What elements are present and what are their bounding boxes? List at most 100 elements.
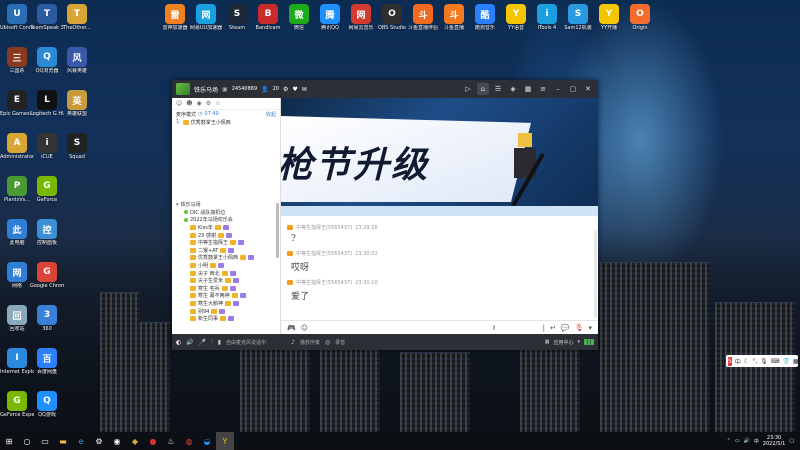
- channel-member[interactable]: Kiss年: [172, 224, 280, 232]
- ime-grid-icon[interactable]: ▦: [793, 358, 799, 365]
- ime-tray-icon[interactable]: 中: [754, 438, 759, 445]
- game-taskbar-icon[interactable]: ◆: [126, 432, 144, 450]
- settings-gear-icon[interactable]: ⚙: [90, 432, 108, 450]
- volume-tray-icon[interactable]: 🔊: [744, 438, 750, 444]
- broadcast-label[interactable]: 播放伴奏: [300, 339, 320, 346]
- star-icon[interactable]: ☆: [215, 100, 220, 107]
- channel-member[interactable]: 别94: [172, 307, 280, 315]
- start-windows-icon[interactable]: ⊞: [0, 432, 18, 450]
- desktop-shortcut[interactable]: O OBS Studio: [375, 4, 409, 31]
- home-icon[interactable]: ⌂: [477, 83, 489, 95]
- channel-member[interactable]: 小明: [172, 262, 280, 270]
- channel-member[interactable]: 寒生大鹅神: [172, 300, 280, 308]
- desktop-shortcut[interactable]: 网网络: [0, 262, 34, 289]
- grid-icon[interactable]: ▦: [522, 83, 534, 95]
- channel-root[interactable]: ▾ 铁乐马场: [172, 201, 280, 209]
- desktop-shortcut[interactable]: 斗斗鱼直播: [437, 4, 471, 31]
- channel-member[interactable]: 新生同事: [172, 315, 280, 323]
- avatar-icon[interactable]: ◐: [176, 339, 181, 346]
- desktop-shortcut[interactable]: UUbisoft Connect: [0, 4, 34, 31]
- app-grid-icon[interactable]: ▦: [545, 339, 550, 345]
- channel-member[interactable]: DIC 战队接机位: [172, 209, 280, 217]
- desktop-shortcut[interactable]: 雷雷神加速器: [158, 4, 192, 31]
- gamepad-input-icon[interactable]: 🎮: [287, 324, 296, 332]
- title-bar[interactable]: 铁乐马场 ▣ 24540869 👤 20 ⚙ ♥ ✉ ▷ ⌂ ☰ ◈ ▦ ≡ –…: [172, 80, 598, 98]
- desktop-shortcut[interactable]: 控控制面板: [30, 219, 64, 246]
- chat-message[interactable]: 中等生指挥王(5565437) 23:30:10 爱了: [287, 279, 588, 302]
- event-banner[interactable]: 枪节升级: [281, 98, 598, 216]
- gear-icon[interactable]: ⚙: [206, 100, 211, 107]
- desktop-shortcut[interactable]: 微微信: [282, 4, 316, 31]
- channel-member[interactable]: 寒生 宅兵: [172, 285, 280, 293]
- menu-icon[interactable]: ≡: [537, 83, 549, 95]
- chrome-taskbar-icon[interactable]: ◍: [180, 432, 198, 450]
- minimize-icon[interactable]: –: [552, 83, 564, 95]
- close-icon[interactable]: ✕: [582, 83, 594, 95]
- desktop-shortcut[interactable]: Y YY语音: [499, 4, 533, 31]
- message-user[interactable]: 中等生指挥王(5565437): [296, 279, 352, 286]
- channel-member[interactable]: 2022年马场欢乐会: [172, 216, 280, 224]
- desktop-shortcut[interactable]: Q QQ游戏: [30, 391, 64, 418]
- desktop-shortcut[interactable]: GGeForce Experience: [0, 391, 34, 418]
- tray-up-icon[interactable]: ⌃: [727, 438, 731, 444]
- desktop-shortcut[interactable]: T TheOther...: [60, 4, 94, 31]
- clock[interactable]: 23:30 2022/5/1: [763, 435, 785, 447]
- emoji-icon[interactable]: ☺: [301, 324, 308, 332]
- user-icon[interactable]: ☺: [176, 100, 182, 107]
- chat-area[interactable]: 中等生指挥王(5565437) 23:29:26? 中等生指挥王(5565437) 2…: [281, 216, 594, 320]
- desktop-shortcut[interactable]: 3 360: [30, 305, 64, 332]
- channel-member[interactable]: 23 感谢: [172, 231, 280, 239]
- desktop-shortcut[interactable]: 英英雄联盟: [60, 90, 94, 117]
- more-icon[interactable]: ▾: [588, 324, 592, 332]
- channel-tree[interactable]: ▾ 铁乐马场 DIC 战队接机位 2022年马场欢乐会 Kiss年 23 感谢 中等生指…: [172, 201, 280, 336]
- share-icon[interactable]: ♥: [292, 86, 297, 93]
- input-bar[interactable]: 🎮 ☺ I | ↵ 💬 🎙 ▾: [281, 320, 598, 334]
- desktop-shortcut[interactable]: G GeForce: [30, 176, 64, 203]
- desktop-shortcut[interactable]: 网网易UU加速器: [189, 4, 223, 31]
- edge-icon[interactable]: e: [72, 432, 90, 450]
- desktop-shortcut[interactable]: 百百度网盘: [30, 348, 64, 375]
- qq-taskbar-icon[interactable]: ◒: [198, 432, 216, 450]
- chat-message[interactable]: 中等生指挥王(5565437) 23:29:26?: [287, 224, 588, 244]
- enter-icon[interactable]: ↵: [550, 324, 556, 332]
- punct-icon[interactable]: °,: [752, 358, 757, 365]
- channel-member[interactable]: 尖子 西北: [172, 269, 280, 277]
- task-view-icon[interactable]: ▭: [36, 432, 54, 450]
- equalizer-icon[interactable]: ⫶: [211, 338, 213, 346]
- desktop-shortcut[interactable]: 回回收站: [0, 305, 34, 332]
- restore-icon[interactable]: ▢: [567, 83, 579, 95]
- desktop-shortcut[interactable]: Y YY开播: [592, 4, 626, 31]
- desktop-shortcut[interactable]: Q QQ浏览器: [30, 47, 64, 74]
- queue-item[interactable]: 1. 优秀鼓掌王小佩西: [172, 118, 280, 126]
- yy-channel-window[interactable]: 铁乐马场 ▣ 24540869 👤 20 ⚙ ♥ ✉ ▷ ⌂ ☰ ◈ ▦ ≡ –…: [172, 80, 598, 350]
- ime-mic-icon[interactable]: 🎙: [760, 358, 768, 365]
- desktop-shortcut[interactable]: 腾腾讯QQ: [313, 4, 347, 31]
- channel-member[interactable]: 寒生 幕不两神: [172, 292, 280, 300]
- desktop-shortcut[interactable]: EEpic Games Launcher: [0, 90, 34, 117]
- message-user[interactable]: 中等生指挥王(5565437): [296, 224, 352, 231]
- desktop-shortcut[interactable]: S Steam: [220, 4, 254, 31]
- channel-member[interactable]: 中等生指挥王: [172, 239, 280, 247]
- desktop-shortcut[interactable]: i iTools 4: [530, 4, 564, 31]
- app-menu-icon[interactable]: ▾: [577, 339, 580, 345]
- location-icon[interactable]: ◉: [197, 100, 202, 107]
- message-user[interactable]: 中等生指挥王(5565437): [296, 250, 352, 257]
- mic-mute-icon[interactable]: 🎤: [199, 339, 206, 346]
- chat-bubble-icon[interactable]: 💬: [561, 324, 570, 332]
- desktop-shortcut[interactable]: S Sam12机装: [561, 4, 595, 31]
- music-icon[interactable]: ♪: [291, 339, 295, 346]
- keyboard-icon[interactable]: ⌨: [771, 358, 780, 365]
- desktop-shortcut[interactable]: T TeamSpeak 3: [30, 4, 64, 31]
- search-icon[interactable]: ○: [18, 432, 36, 450]
- skin-icon[interactable]: 👕: [782, 358, 789, 365]
- channel-member[interactable]: 尖子生爱米: [172, 277, 280, 285]
- chat-message[interactable]: 中等生指挥王(5565437) 23:30:02 哎呀: [287, 250, 588, 273]
- expand-icon[interactable]: ▾: [176, 202, 179, 208]
- channel-member[interactable]: 优秀鼓掌王小佩西: [172, 254, 280, 262]
- sogou-icon[interactable]: S: [728, 356, 732, 366]
- speaker-icon[interactable]: 🔊: [186, 339, 193, 346]
- gift-icon[interactable]: ✉: [302, 86, 307, 93]
- collapse-link[interactable]: 收起: [266, 111, 276, 118]
- desktop-shortcut[interactable]: 三三国杀: [0, 47, 34, 74]
- desktop-shortcut[interactable]: 网网易云音乐: [344, 4, 378, 31]
